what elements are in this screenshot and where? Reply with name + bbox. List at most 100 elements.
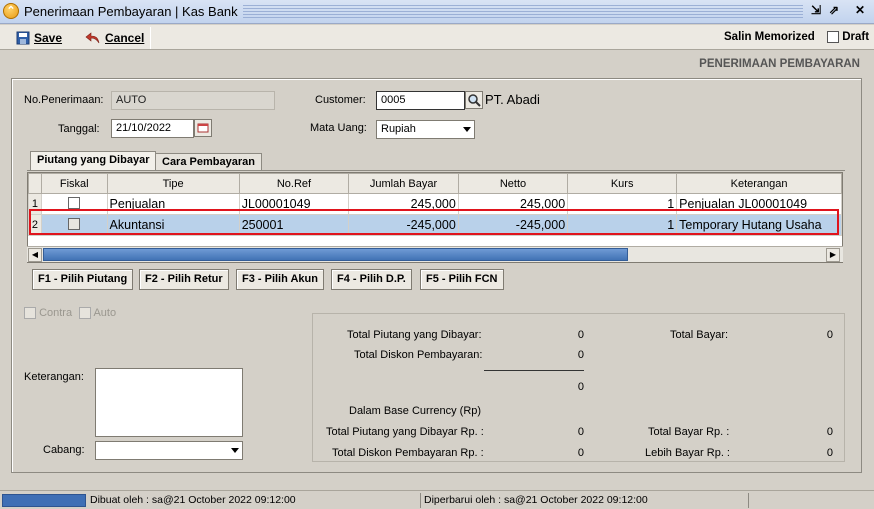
column-header-kurs[interactable]: Kurs [567, 173, 678, 194]
tanggal-field[interactable]: 21/10/2022 [111, 119, 194, 138]
subtotal-value: 0 [577, 381, 584, 393]
horizontal-scrollbar[interactable]: ◀ ▶ [27, 246, 843, 262]
mata-uang-select[interactable]: Rupiah [376, 120, 475, 139]
close-icon[interactable]: ✕ [852, 3, 868, 19]
scrollbar-thumb[interactable] [43, 248, 628, 261]
grid-header: Fiskal Tipe No.Ref Jumlah Bayar Netto Ku… [28, 173, 842, 194]
netto-cell[interactable]: -245,000 [457, 214, 569, 236]
tab-cara-pembayaran[interactable]: Cara Pembayaran [155, 153, 262, 171]
keterangan-cell[interactable]: Penjualan JL00001049 [676, 193, 842, 215]
chevron-down-icon [231, 448, 239, 453]
total-diskon-rp-value: 0 [577, 447, 584, 459]
updated-by-status: Diperbarui oleh : sa@21 October 2022 09:… [424, 494, 648, 506]
draft-label: Draft [842, 31, 870, 44]
restore-icon[interactable]: ⇲ [808, 3, 824, 19]
keterangan-label: Keterangan: [24, 371, 84, 383]
total-bayar-label: Total Bayar: [670, 329, 729, 341]
subtotal-divider [484, 370, 584, 371]
cancel-label: Cancel [105, 31, 145, 45]
pilih-akun-button[interactable]: F3 - Pilih Akun [236, 269, 324, 290]
contra-option[interactable]: Contra [24, 307, 73, 320]
save-button[interactable]: Save [16, 29, 62, 47]
auto-label: Auto [93, 307, 117, 319]
tanggal-label: Tanggal: [58, 123, 100, 135]
undo-arrow-icon [85, 32, 100, 44]
auto-option[interactable]: Auto [79, 307, 117, 320]
cabang-select[interactable] [95, 441, 243, 460]
mata-uang-label: Mata Uang: [310, 122, 367, 134]
tipe-cell[interactable]: Akuntansi [106, 214, 240, 236]
total-bayar-rp-value: 0 [826, 426, 833, 438]
column-header-jumlah-bayar[interactable]: Jumlah Bayar [348, 173, 459, 194]
mata-uang-value: Rupiah [381, 123, 416, 135]
toolbar: Save Cancel Salin Memorized Draft [0, 25, 874, 50]
search-icon[interactable] [465, 91, 483, 109]
customer-field[interactable]: 0005 [376, 91, 465, 110]
pilih-fcn-button[interactable]: F5 - Pilih FCN [420, 269, 504, 290]
column-header-keterangan[interactable]: Keterangan [676, 173, 842, 194]
scroll-left-icon[interactable]: ◀ [28, 248, 42, 262]
pilih-retur-button[interactable]: F2 - Pilih Retur [139, 269, 229, 290]
grid-corner [28, 173, 42, 194]
fiskal-checkbox[interactable] [68, 196, 81, 209]
pilih-dp-button[interactable]: F4 - Pilih D.P. [331, 269, 412, 290]
total-diskon-value: 0 [577, 349, 584, 361]
toolbar-separator [150, 27, 151, 49]
total-diskon-label: Total Diskon Pembayaran: [354, 349, 483, 361]
draft-toggle[interactable]: Draft [827, 31, 869, 43]
base-currency-label: Dalam Base Currency (Rp) [349, 405, 482, 417]
status-progress [2, 494, 86, 507]
status-divider [748, 493, 749, 508]
keterangan-textarea[interactable] [95, 368, 243, 437]
no-penerimaan-field: AUTO [111, 91, 275, 110]
netto-cell[interactable]: 245,000 [457, 193, 569, 215]
column-header-fiskal[interactable]: Fiskal [40, 173, 108, 194]
scroll-right-icon[interactable]: ▶ [826, 248, 840, 262]
fiskal-cell[interactable] [40, 214, 108, 236]
status-bar: Dibuat oleh : sa@21 October 2022 09:12:0… [0, 490, 874, 509]
row-number: 1 [28, 193, 42, 215]
column-header-netto[interactable]: Netto [457, 173, 569, 194]
window-title: Penerimaan Pembayaran | Kas Bank [24, 4, 238, 19]
save-label: Save [34, 31, 63, 45]
total-piutang-label: Total Piutang yang Dibayar: [347, 329, 482, 341]
maximize-icon[interactable]: ⇗ [826, 3, 842, 19]
calendar-icon[interactable] [194, 119, 212, 137]
tab-piutang-yang-dibayar[interactable]: Piutang yang Dibayar [30, 151, 157, 171]
app-icon: ⌃ [3, 3, 19, 19]
save-icon [16, 31, 30, 45]
draft-checkbox[interactable] [827, 31, 839, 43]
kurs-cell[interactable]: 1 [567, 193, 678, 215]
table-row[interactable]: 2 Akuntansi 250001 -245,000 -245,000 1 T… [28, 214, 842, 236]
tipe-cell[interactable]: Penjualan [106, 193, 240, 215]
jumlah-bayar-cell[interactable]: -245,000 [348, 214, 459, 236]
keterangan-cell[interactable]: Temporary Hutang Usaha [676, 214, 842, 236]
salin-memorized-button[interactable]: Salin Memorized [724, 31, 815, 43]
cancel-button[interactable]: Cancel [85, 29, 144, 47]
total-diskon-rp-label: Total Diskon Pembayaran Rp. : [332, 447, 484, 459]
auto-checkbox[interactable] [79, 307, 91, 320]
lebih-bayar-rp-label: Lebih Bayar Rp. : [645, 447, 730, 459]
total-bayar-rp-label: Total Bayar Rp. : [648, 426, 730, 438]
lebih-bayar-rp-value: 0 [826, 447, 833, 459]
noref-cell[interactable]: JL00001049 [238, 193, 350, 215]
pilih-piutang-button[interactable]: F1 - Pilih Piutang [32, 269, 134, 290]
cabang-label: Cabang: [43, 444, 85, 456]
column-header-noref[interactable]: No.Ref [238, 173, 350, 194]
table-row[interactable]: 1 Penjualan JL00001049 245,000 245,000 1… [28, 193, 842, 215]
total-bayar-value: 0 [826, 329, 833, 341]
fiskal-checkbox[interactable] [68, 217, 81, 230]
kurs-cell[interactable]: 1 [567, 214, 678, 236]
no-penerimaan-label: No.Penerimaan: [24, 94, 104, 106]
row-number: 2 [28, 214, 42, 236]
contra-label: Contra [39, 307, 73, 319]
jumlah-bayar-cell[interactable]: 245,000 [348, 193, 459, 215]
customer-label: Customer: [315, 94, 366, 106]
noref-cell[interactable]: 250001 [238, 214, 350, 236]
fiskal-cell[interactable] [40, 193, 108, 215]
total-piutang-rp-label: Total Piutang yang Dibayar Rp. : [326, 426, 484, 438]
title-bar-grip [243, 5, 803, 18]
created-by-status: Dibuat oleh : sa@21 October 2022 09:12:0… [90, 494, 296, 506]
contra-checkbox[interactable] [24, 307, 36, 320]
column-header-tipe[interactable]: Tipe [106, 173, 240, 194]
